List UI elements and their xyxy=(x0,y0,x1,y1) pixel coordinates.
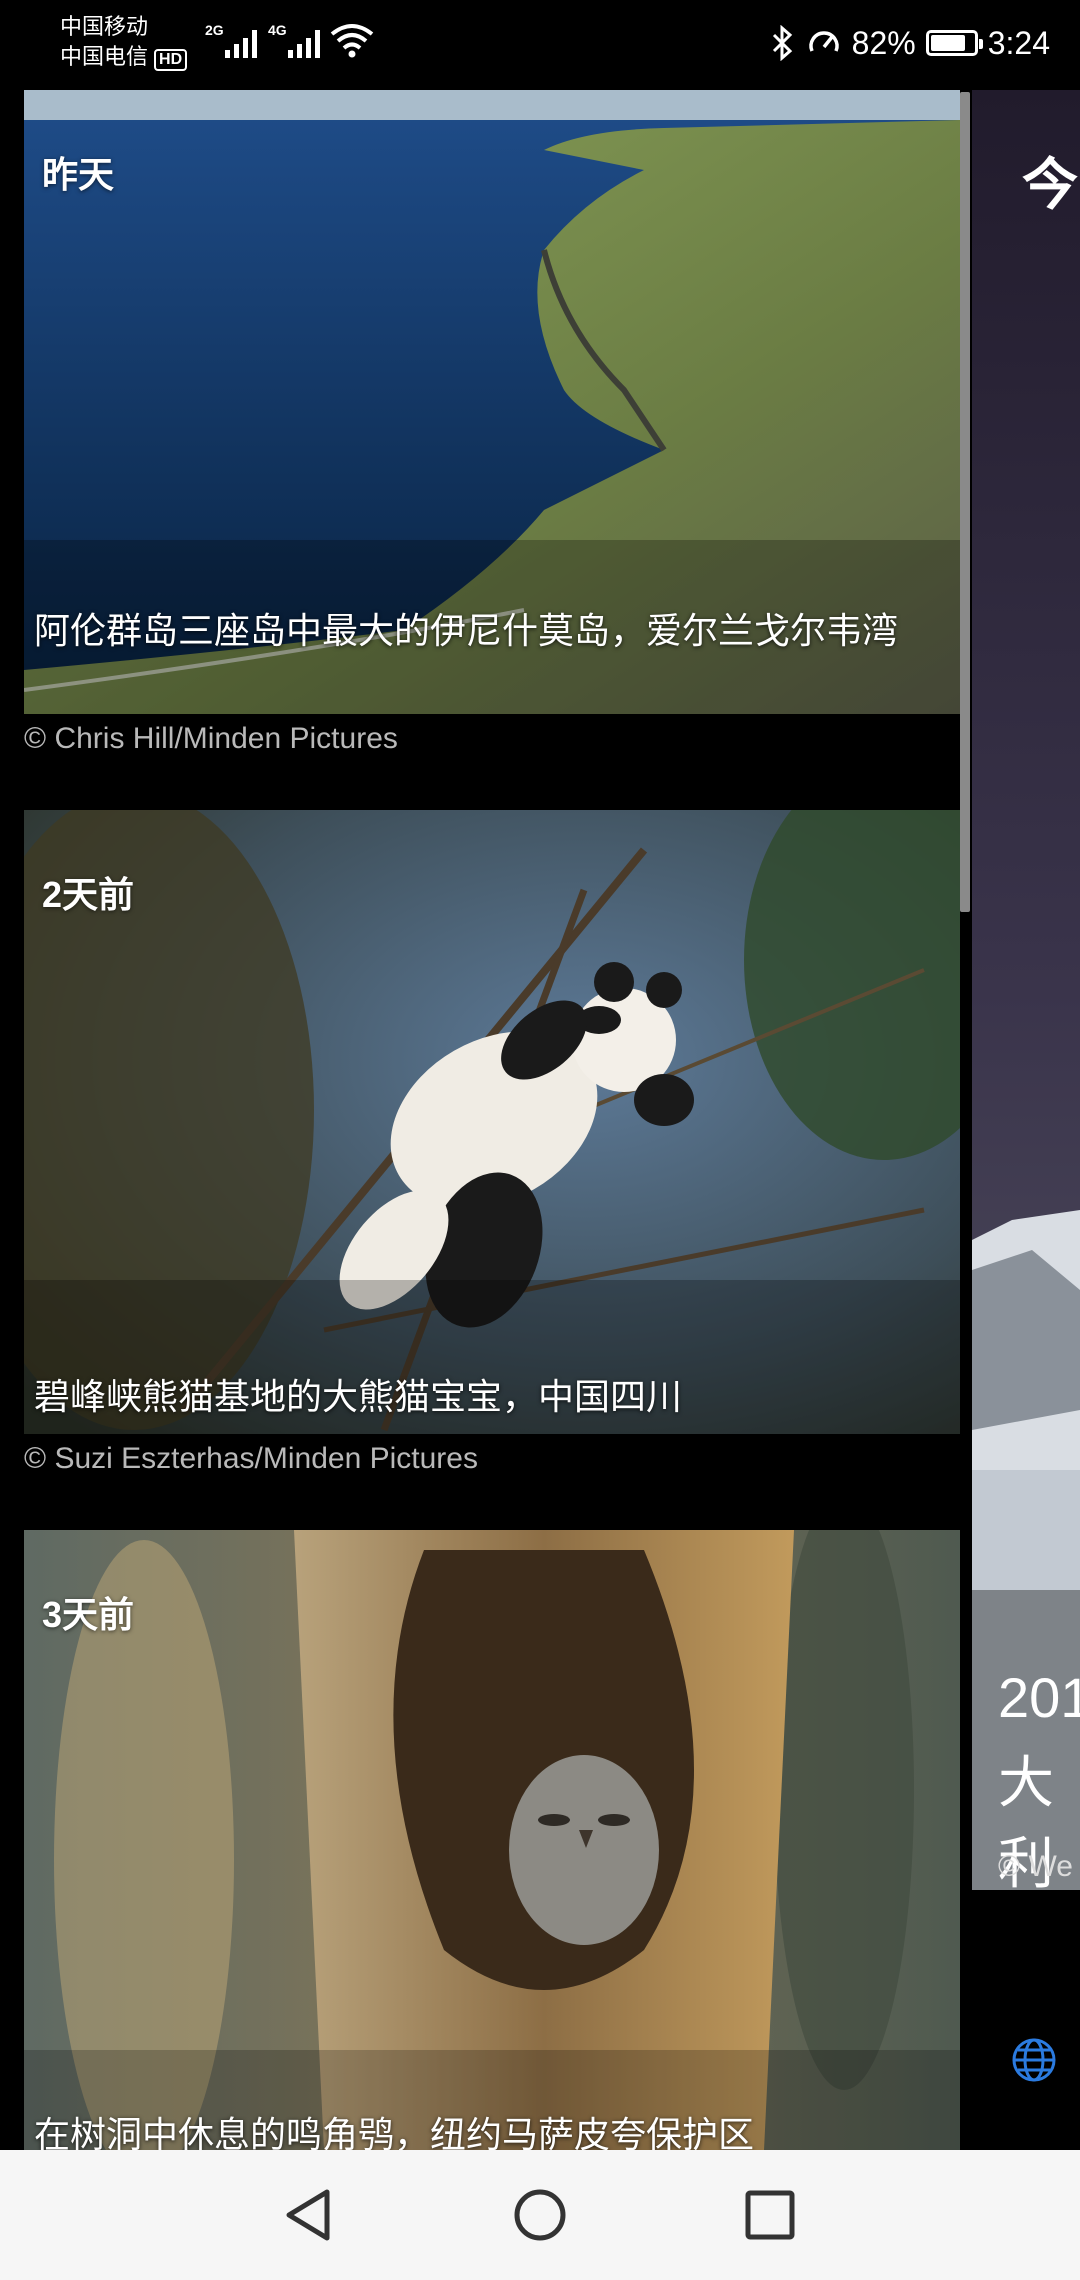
carrier-1: 中国移动 xyxy=(60,14,149,39)
photo-caption: 阿伦群岛三座岛中最大的伊尼什莫岛，爱尔兰戈尔韦湾 xyxy=(34,610,899,651)
photo-panda[interactable] xyxy=(24,810,960,1434)
photo-caption: 碧峰峡熊猫基地的大熊猫宝宝，中国四川 xyxy=(34,1376,683,1417)
carrier-info: 中国移动 中国电信 HD xyxy=(60,12,188,72)
status-right: 82% 3:24 xyxy=(770,18,1050,68)
scrollbar[interactable] xyxy=(960,92,970,912)
wallpaper-feed[interactable]: 昨天 阿伦群岛三座岛中最大的伊尼什莫岛，爱尔兰戈尔韦湾 © Chris Hill… xyxy=(0,90,972,2150)
photo-credit: © Chris Hill/Minden Pictures xyxy=(24,722,398,755)
photo-caption: 在树洞中休息的鸣角鸮，纽约马萨皮夸保护区 xyxy=(34,2114,755,2150)
hd-icon: HD xyxy=(154,49,188,71)
signal-2g-label: 2G xyxy=(205,22,224,38)
peek-heading: 今 xyxy=(1022,153,1078,216)
navigation-bar xyxy=(0,2150,1080,2280)
status-bar: 中国移动 中国电信 HD 2G 4G 82% 3:24 xyxy=(0,0,1080,90)
peek-caption-line1: 201 xyxy=(998,1666,1080,1729)
date-badge: 昨天 xyxy=(42,154,115,195)
wallpaper-card-yesterday[interactable]: 昨天 阿伦群岛三座岛中最大的伊尼什莫岛，爱尔兰戈尔韦湾 © Chris Hill… xyxy=(24,90,960,810)
signal-4g-icon: 4G xyxy=(268,22,330,62)
photo-credit: © Suzi Eszterhas/Minden Pictures xyxy=(24,1442,478,1475)
carrier-2: 中国电信 xyxy=(60,44,149,69)
home-button[interactable] xyxy=(505,2180,575,2250)
back-button[interactable] xyxy=(275,2180,345,2250)
data-speed-icon xyxy=(808,31,839,52)
date-badge: 2天前 xyxy=(42,874,135,915)
bluetooth-icon xyxy=(772,25,792,61)
battery-percent: 82% xyxy=(851,24,916,61)
date-badge: 3天前 xyxy=(42,1594,135,1635)
peek-card-today[interactable]: 今 201 大利 © We xyxy=(972,90,1080,1890)
wifi-icon xyxy=(330,24,374,58)
wallpaper-card-3-days-ago[interactable]: 3天前 在树洞中休息的鸣角鸮，纽约马萨皮夸保护区 xyxy=(24,1530,960,2150)
clock: 3:24 xyxy=(987,24,1050,61)
signal-4g-label: 4G xyxy=(268,22,287,38)
recents-button[interactable] xyxy=(735,2180,805,2250)
signal-2g-icon: 2G xyxy=(205,22,267,62)
wallpaper-card-2-days-ago[interactable]: 2天前 碧峰峡熊猫基地的大熊猫宝宝，中国四川 © Suzi Eszterhas/… xyxy=(24,810,960,1530)
peek-credit: © We xyxy=(998,1850,1073,1883)
battery-icon xyxy=(925,30,983,56)
photo-owl[interactable] xyxy=(24,1530,960,2150)
globe-icon[interactable] xyxy=(1010,2036,1058,2084)
